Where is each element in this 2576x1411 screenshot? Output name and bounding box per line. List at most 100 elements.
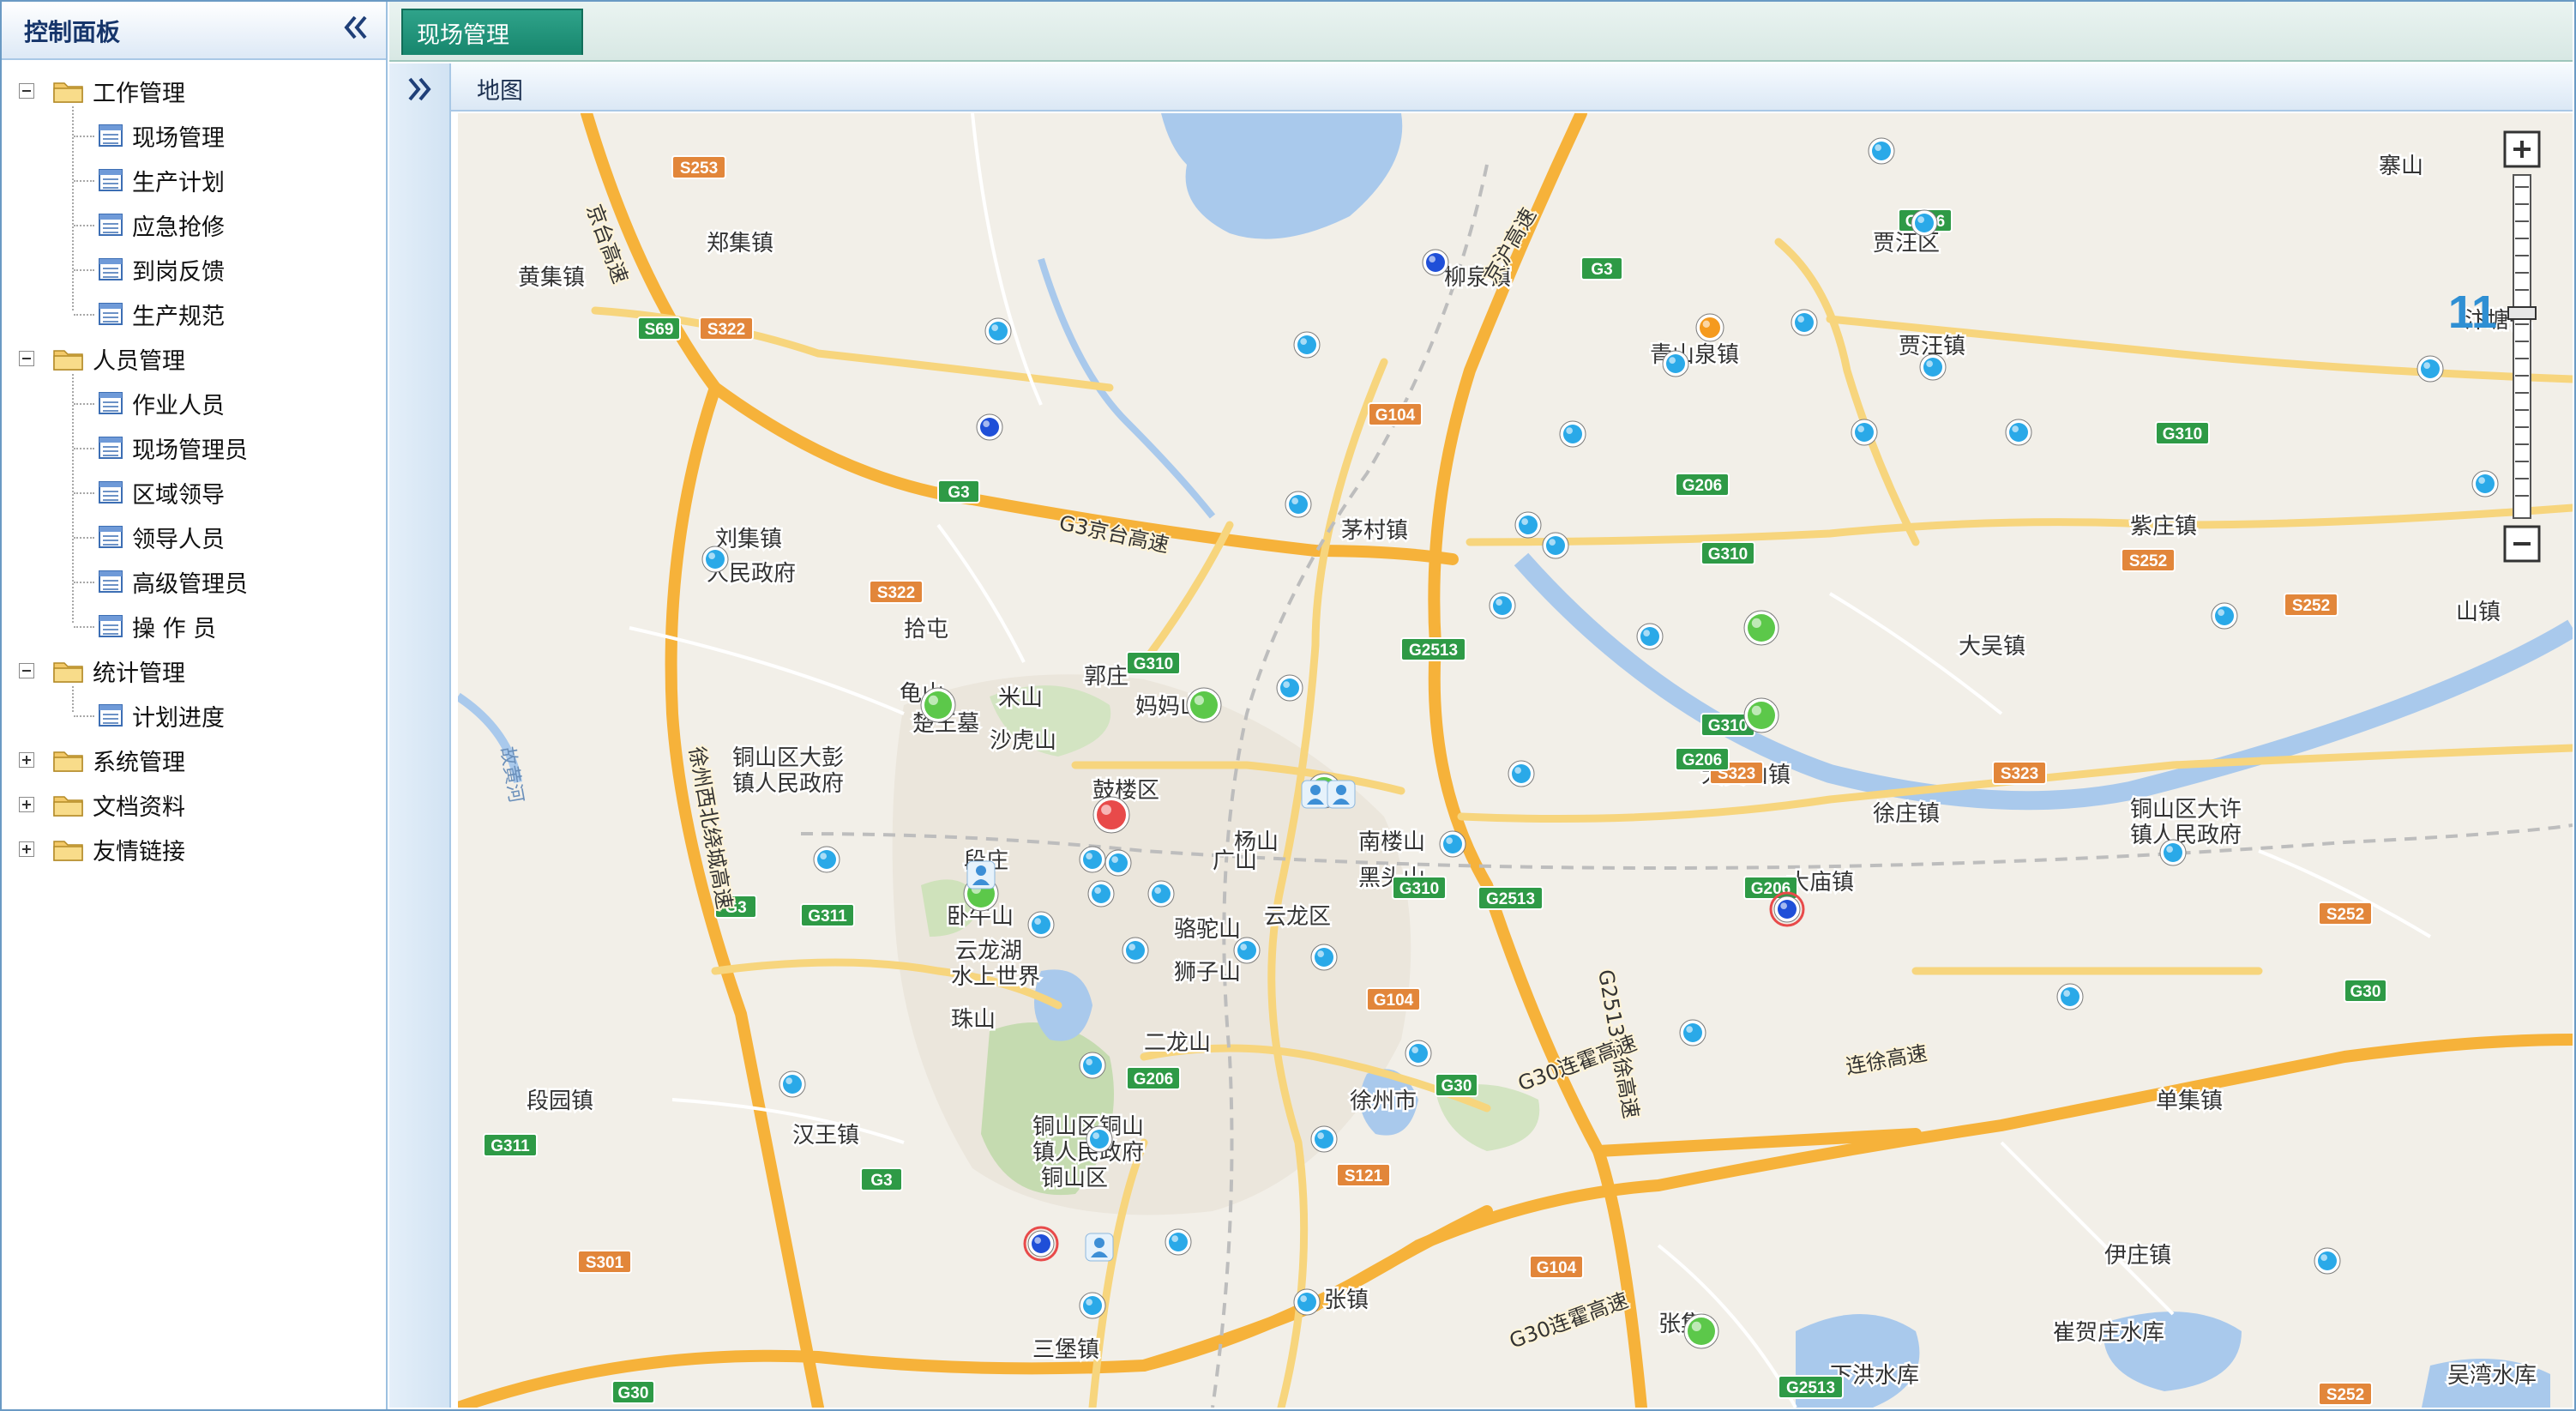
tree-item[interactable]: 应急抢修 xyxy=(98,202,225,247)
tree-group-4[interactable]: 系统管理 xyxy=(53,738,185,782)
site-marker-cyan[interactable] xyxy=(1285,491,1312,518)
tree-item[interactable]: 现场管理员 xyxy=(98,425,248,470)
tree-group-5[interactable]: 文档资料 xyxy=(53,782,185,827)
tab-site-management[interactable]: 现场管理 xyxy=(401,9,583,55)
site-marker-cyan[interactable] xyxy=(1508,760,1535,787)
place-label: 单集镇 xyxy=(2156,1088,2223,1114)
tree-item[interactable]: 到岗反馈 xyxy=(98,247,225,292)
site-marker-blue[interactable] xyxy=(1773,895,1801,923)
tree-expander-4[interactable] xyxy=(19,752,34,768)
place-label: 铜山区 xyxy=(1041,1166,1108,1191)
tree-expander-3[interactable] xyxy=(19,663,34,678)
tree-group-6[interactable]: 友情链接 xyxy=(53,827,185,871)
place-label: 沙虎山 xyxy=(990,728,1056,754)
person-marker-icon[interactable] xyxy=(966,860,996,889)
place-label: 镇人民政府 xyxy=(732,771,844,797)
site-marker-cyan[interactable] xyxy=(1542,532,1569,559)
tree-expander-6[interactable] xyxy=(19,841,34,857)
expand-panel-icon[interactable] xyxy=(403,72,437,106)
route-shield-label: S252 xyxy=(2292,597,2330,615)
person-marker-icon[interactable] xyxy=(1301,780,1330,809)
tree-expander-2[interactable] xyxy=(19,351,34,366)
page-icon xyxy=(99,704,123,727)
site-marker-cyan[interactable] xyxy=(1662,350,1689,377)
zoom-slider-track[interactable] xyxy=(2513,174,2531,519)
site-marker-cyan[interactable] xyxy=(1636,623,1664,650)
site-marker-green[interactable] xyxy=(920,687,956,723)
site-marker-cyan[interactable] xyxy=(2471,470,2499,497)
site-marker-cyan[interactable] xyxy=(1276,674,1303,702)
site-marker-cyan[interactable] xyxy=(1079,1052,1106,1079)
site-marker-cyan[interactable] xyxy=(1405,1040,1432,1067)
map-canvas[interactable]: 郑集镇黄集镇 柳泉镇青山泉镇贾汪区贾汪镇寨山汴塘镇刘集镇人民政府茅村镇 紫庄镇大吴镇… xyxy=(458,113,2573,1408)
site-marker-blue[interactable] xyxy=(1027,1230,1055,1257)
tree-item-label: 高级管理员 xyxy=(132,570,248,598)
site-marker-cyan[interactable] xyxy=(2005,419,2032,446)
site-marker-cyan[interactable] xyxy=(984,317,1012,345)
site-marker-cyan[interactable] xyxy=(1851,419,1878,446)
site-marker-cyan[interactable] xyxy=(779,1070,806,1098)
tree-expander-1[interactable] xyxy=(19,83,34,99)
site-marker-cyan[interactable] xyxy=(1027,911,1055,938)
tree-item[interactable]: 高级管理员 xyxy=(98,559,248,604)
tree-item-label: 生产规范 xyxy=(132,303,225,330)
site-marker-red[interactable] xyxy=(1092,796,1130,834)
site-marker-cyan[interactable] xyxy=(1086,1125,1113,1153)
site-marker-cyan[interactable] xyxy=(1310,1125,1338,1153)
site-marker-green[interactable] xyxy=(1186,687,1222,723)
site-marker-green[interactable] xyxy=(1683,1313,1719,1349)
site-marker-cyan[interactable] xyxy=(1791,309,1818,336)
site-marker-cyan[interactable] xyxy=(1439,830,1466,858)
site-marker-cyan[interactable] xyxy=(2211,602,2238,630)
site-marker-cyan[interactable] xyxy=(1147,880,1175,908)
site-marker-cyan[interactable] xyxy=(1514,511,1542,539)
tree-item[interactable]: 计划进度 xyxy=(98,693,225,738)
place-label: 广山 xyxy=(1213,848,1257,874)
site-marker-cyan[interactable] xyxy=(1293,331,1321,359)
page-icon xyxy=(99,169,123,191)
tree-item[interactable]: 作业人员 xyxy=(98,381,225,425)
site-marker-cyan[interactable] xyxy=(1489,592,1516,619)
site-marker-cyan[interactable] xyxy=(1104,849,1132,877)
site-marker-cyan[interactable] xyxy=(2314,1247,2341,1275)
site-marker-cyan[interactable] xyxy=(1233,937,1261,964)
tree-item[interactable]: 操 作 员 xyxy=(98,604,216,648)
site-marker-cyan[interactable] xyxy=(1079,846,1106,873)
site-marker-cyan[interactable] xyxy=(1679,1019,1706,1046)
place-label: 云龙区 xyxy=(1264,904,1331,930)
zoom-out-button[interactable] xyxy=(2503,525,2541,563)
site-marker-green[interactable] xyxy=(1743,697,1779,733)
zoom-in-button[interactable] xyxy=(2503,130,2541,168)
map-view[interactable]: 郑集镇 黄集镇 柳泉镇 青山泉镇 贾汪区 贾汪镇 寨山 汴塘镇 刘集镇 人民政府 茅村镇 紫庄镇 大吴镇… xyxy=(458,113,2573,1408)
site-marker-cyan[interactable] xyxy=(1559,420,1586,448)
tree-item[interactable]: 生产计划 xyxy=(98,158,225,202)
site-marker-cyan[interactable] xyxy=(1122,937,1149,964)
tree-item[interactable]: 区域领导 xyxy=(98,470,225,515)
site-marker-blue[interactable] xyxy=(976,413,1003,441)
site-marker-cyan[interactable] xyxy=(1911,209,1938,237)
site-marker-orange[interactable] xyxy=(1695,313,1724,342)
site-marker-cyan[interactable] xyxy=(1868,137,1895,165)
site-marker-cyan[interactable] xyxy=(1293,1288,1321,1316)
page-icon xyxy=(99,214,123,236)
site-marker-cyan[interactable] xyxy=(2056,983,2084,1010)
tree-item[interactable]: 生产规范 xyxy=(98,292,225,336)
site-marker-cyan[interactable] xyxy=(813,846,840,873)
zoom-slider-handle[interactable] xyxy=(2507,306,2537,320)
site-marker-green[interactable] xyxy=(1743,610,1779,646)
site-marker-cyan[interactable] xyxy=(1919,353,1947,381)
site-marker-cyan[interactable] xyxy=(1079,1292,1106,1319)
site-marker-cyan[interactable] xyxy=(701,546,729,573)
site-marker-blue[interactable] xyxy=(1422,249,1449,276)
site-marker-cyan[interactable] xyxy=(1310,944,1338,971)
site-marker-cyan[interactable] xyxy=(1087,880,1115,908)
site-marker-cyan[interactable] xyxy=(2417,355,2444,383)
tree-expander-5[interactable] xyxy=(19,797,34,812)
tree-item[interactable]: 现场管理 xyxy=(98,113,225,158)
person-marker-icon[interactable] xyxy=(1085,1233,1114,1262)
site-marker-cyan[interactable] xyxy=(2159,839,2187,866)
site-marker-cyan[interactable] xyxy=(1165,1228,1192,1256)
tree-item[interactable]: 领导人员 xyxy=(98,515,225,559)
collapse-sidebar-icon[interactable] xyxy=(336,9,374,46)
person-marker-icon[interactable] xyxy=(1327,780,1356,809)
